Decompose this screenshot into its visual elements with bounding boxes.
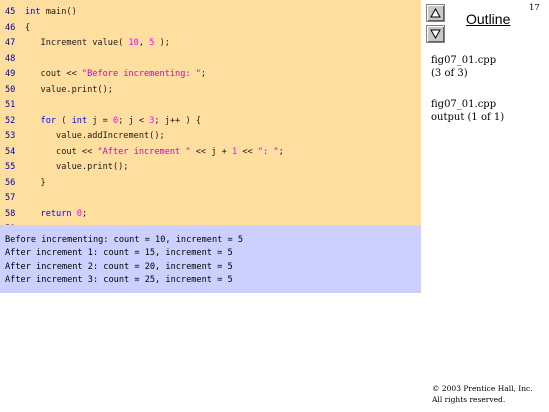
- file-reference-output: fig07_01.cpp output (1 of 1): [431, 99, 504, 124]
- code-token: ;: [278, 146, 284, 157]
- next-slide-button[interactable]: [426, 25, 445, 43]
- code-text: return 0;: [25, 207, 88, 223]
- line-number: 48: [5, 53, 16, 64]
- code-token: {: [25, 22, 31, 33]
- line-number: 53: [5, 131, 16, 141]
- output-line: Before incrementing: count = 10, increme…: [5, 235, 243, 245]
- code-token: value.print();: [25, 84, 113, 95]
- code-line: 57: [0, 191, 421, 207]
- copyright-line: © 2003 Prentice Hall, Inc.: [432, 384, 533, 393]
- code-token-kw: for: [40, 115, 57, 126]
- outline-link[interactable]: Outline: [466, 11, 510, 27]
- code-text: }: [25, 176, 46, 192]
- code-line: 52 for ( int j = 0; j < 3; j++ ) {: [0, 114, 421, 130]
- code-token: );: [154, 38, 170, 48]
- code-text: Increment value( 10, 5 );: [25, 36, 170, 52]
- code-token: j =: [87, 115, 113, 126]
- copyright-line: All rights reserved.: [432, 394, 506, 404]
- code-token-num: 10: [128, 38, 139, 48]
- line-number: 49: [5, 69, 16, 79]
- output-line: After increment 2: count = 20, increment…: [5, 261, 233, 272]
- line-number: 46: [5, 22, 16, 33]
- code-token-kw: int: [25, 7, 41, 17]
- code-line: 46 {: [0, 21, 421, 37]
- code-token-str: "Before incrementing: ": [81, 69, 201, 79]
- code-text: {: [25, 21, 30, 37]
- code-line: 53 value.addIncrement();: [0, 129, 421, 145]
- file-name: fig07_01.cpp: [431, 55, 497, 66]
- file-detail: output (1 of 1): [431, 111, 505, 123]
- code-token-kw: return: [40, 208, 72, 219]
- line-number: 47: [5, 38, 16, 48]
- line-number: 45: [5, 7, 16, 17]
- code-token: ; j++ ) {: [154, 115, 201, 126]
- code-token: value.addIncrement();: [25, 131, 165, 141]
- output-line: After increment 1: count = 15, increment…: [5, 248, 233, 259]
- code-token: (: [56, 115, 72, 126]
- code-text: cout << "Before incrementing: ";: [25, 67, 207, 83]
- line-number: 51: [5, 100, 16, 110]
- arrow-up-icon: [430, 8, 441, 18]
- code-token: cout <<: [25, 69, 82, 79]
- line-number: 54: [5, 146, 16, 157]
- line-number: 55: [5, 162, 16, 172]
- code-line: 56 }: [0, 176, 421, 192]
- code-line: 55 value.print();: [0, 160, 421, 176]
- code-line: 54 cout << "After increment " << j + 1 <…: [0, 145, 421, 161]
- arrow-down-icon: [430, 29, 441, 39]
- code-token: ;: [81, 208, 88, 219]
- code-token: ; j <: [118, 115, 150, 126]
- page-number: 17: [529, 3, 540, 13]
- line-number: 52: [5, 115, 16, 126]
- program-output: Before incrementing: count = 10, increme…: [0, 225, 421, 293]
- previous-slide-button[interactable]: [426, 4, 445, 22]
- line-number: 56: [5, 177, 16, 188]
- code-line: 51: [0, 98, 421, 114]
- code-line: 50 value.print();: [0, 83, 421, 99]
- code-token: ;: [200, 69, 207, 79]
- code-token: Increment value(: [25, 38, 129, 48]
- code-text: value.print();: [25, 83, 113, 99]
- code-line: 49 cout << "Before incrementing: ";: [0, 67, 421, 83]
- line-number: 50: [5, 84, 16, 95]
- code-token-str: ": ": [257, 146, 279, 157]
- output-line: After increment 3: count = 25, increment…: [5, 274, 233, 285]
- code-token: ,: [138, 38, 150, 48]
- code-text: for ( int j = 0; j < 3; j++ ) {: [25, 114, 201, 130]
- code-token-str: "After increment ": [97, 146, 191, 157]
- code-token: value.print();: [25, 162, 129, 172]
- code-token: main(): [40, 7, 77, 17]
- code-line: 48: [0, 52, 421, 68]
- code-token: << j +: [190, 146, 232, 157]
- copyright-notice: © 2003 Prentice Hall, Inc. All rights re…: [432, 384, 533, 405]
- code-text: value.addIncrement();: [25, 129, 165, 145]
- code-token: <<: [237, 146, 258, 157]
- code-text: cout << "After increment " << j + 1 << "…: [25, 145, 284, 161]
- code-line: 58 return 0;: [0, 207, 421, 223]
- code-text: value.print();: [25, 160, 128, 176]
- line-number: 57: [5, 193, 16, 203]
- file-name: fig07_01.cpp: [431, 99, 497, 110]
- code-token: cout <<: [25, 146, 98, 157]
- line-number: 58: [5, 208, 16, 219]
- code-line: 47 Increment value( 10, 5 );: [0, 36, 421, 52]
- code-token: }: [25, 177, 46, 188]
- code-line: 45 int main(): [0, 5, 421, 21]
- code-text: int main(): [25, 5, 77, 21]
- code-listing: 45 int main() 46 {47 Increment value( 10, 5…: [0, 0, 421, 250]
- code-token-kw: int: [71, 115, 88, 126]
- file-detail: (3 of 3): [431, 67, 468, 79]
- file-reference-code: fig07_01.cpp (3 of 3): [431, 55, 496, 80]
